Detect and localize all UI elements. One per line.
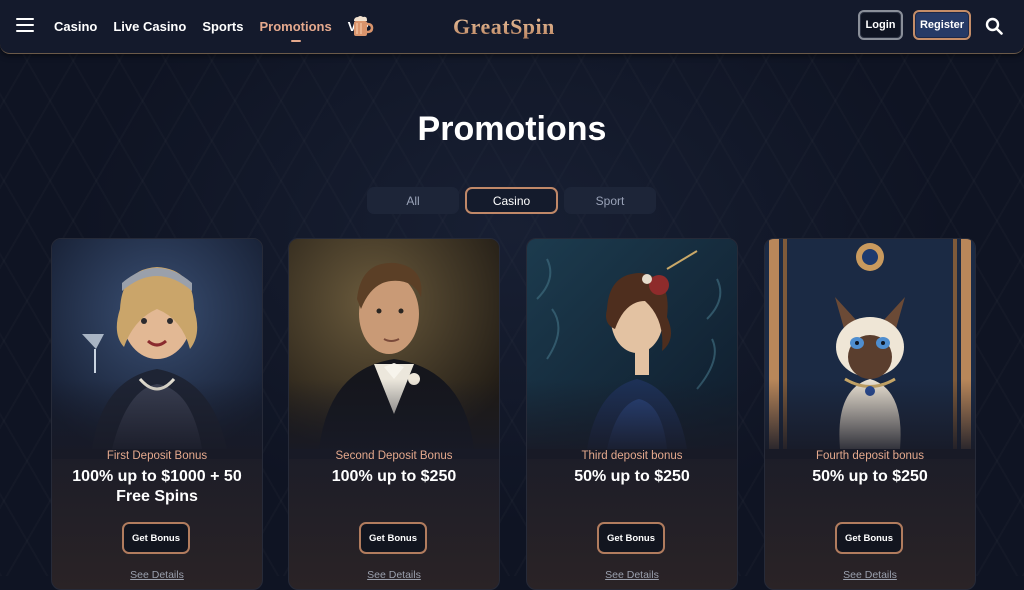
nav-sports[interactable]: Sports: [202, 19, 243, 34]
login-button[interactable]: Login: [858, 10, 903, 40]
see-details-link[interactable]: See Details: [765, 569, 975, 581]
top-header: Casino Live Casino Sports Promotions VIP…: [0, 0, 1024, 54]
see-details-link[interactable]: See Details: [52, 569, 262, 581]
main-nav: Casino Live Casino Sports Promotions VIP: [54, 0, 385, 53]
promo-title: 50% up to $250: [574, 468, 690, 485]
card-image-fade: [765, 379, 975, 459]
card-image-fade: [289, 379, 499, 459]
promo-card: Fourth deposit bonus 50% up to $250 Get …: [764, 238, 976, 590]
card-image-fade: [527, 379, 737, 459]
see-details-link[interactable]: See Details: [289, 569, 499, 581]
search-icon[interactable]: [985, 17, 1003, 35]
get-bonus-button[interactable]: Get Bonus: [835, 522, 903, 554]
register-button[interactable]: Register: [913, 10, 971, 40]
promo-title: 50% up to $250: [812, 468, 928, 485]
tab-casino[interactable]: Casino: [465, 187, 558, 214]
site-logo[interactable]: GreatSpin: [453, 14, 555, 40]
get-bonus-button[interactable]: Get Bonus: [359, 522, 427, 554]
tab-all[interactable]: All: [367, 187, 459, 214]
tab-sport[interactable]: Sport: [564, 187, 656, 214]
page-title: Promotions: [417, 110, 607, 148]
get-bonus-button[interactable]: Get Bonus: [597, 522, 665, 554]
promo-cards: First Deposit Bonus 100% up to $1000 + 5…: [0, 238, 1024, 590]
hamburger-menu-icon[interactable]: [16, 18, 34, 32]
promo-subtitle: Second Deposit Bonus: [335, 450, 453, 462]
promo-subtitle: Fourth deposit bonus: [815, 450, 925, 462]
nav-live-casino[interactable]: Live Casino: [113, 19, 186, 34]
get-bonus-button[interactable]: Get Bonus: [122, 522, 190, 554]
card-image-fade: [52, 379, 262, 459]
promo-title: 100% up to $1000 + 50 Free Spins: [72, 468, 242, 505]
promo-filter-tabs: All Casino Sport: [367, 187, 662, 216]
nav-casino[interactable]: Casino: [54, 19, 97, 34]
promo-card: Third deposit bonus 50% up to $250 Get B…: [526, 238, 738, 590]
promo-card: Second Deposit Bonus 100% up to $250 Get…: [288, 238, 500, 590]
promo-subtitle: First Deposit Bonus: [106, 450, 208, 462]
see-details-link[interactable]: See Details: [527, 569, 737, 581]
promo-card: First Deposit Bonus 100% up to $1000 + 5…: [51, 238, 263, 590]
nav-promotions[interactable]: Promotions: [259, 19, 332, 42]
promo-title: 100% up to $250: [331, 468, 457, 485]
beer-mug-icon[interactable]: [350, 14, 374, 38]
promo-subtitle: Third deposit bonus: [581, 450, 683, 462]
